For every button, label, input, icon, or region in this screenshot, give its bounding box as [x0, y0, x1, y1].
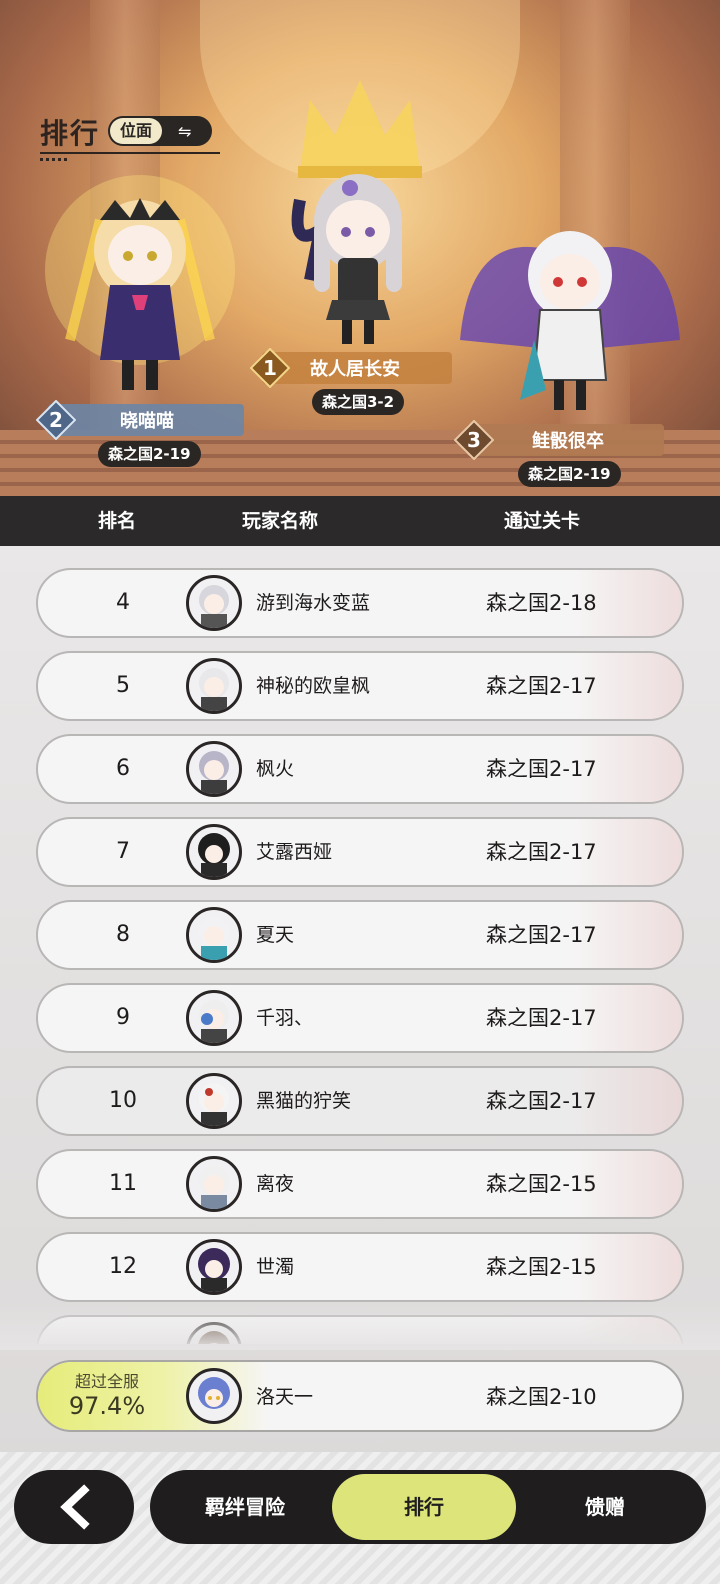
row-player-name: 黑猫的狞笑	[256, 1090, 352, 1112]
column-header: 排名 玩家名称 通过关卡	[0, 496, 720, 546]
column-stage: 通过关卡	[504, 510, 581, 532]
table-row[interactable]: 12 世濁 森之国2-15	[36, 1232, 684, 1302]
avatar[interactable]	[186, 741, 242, 797]
table-row[interactable]: 5 神秘的欧皇枫 森之国2-17	[36, 651, 684, 721]
rank-2-name: 晓喵喵	[120, 411, 174, 432]
row-stage: 森之国2-17	[486, 840, 597, 864]
row-stage: 森之国2-15	[486, 1172, 597, 1196]
column-rank: 排名	[98, 510, 137, 532]
rank-3-character[interactable]	[450, 190, 690, 420]
table-row[interactable]: 8 夏天 森之国2-17	[36, 900, 684, 970]
page-title: 排行	[40, 117, 101, 150]
row-player-name: 神秘的欧皇枫	[256, 675, 371, 697]
rank-1-stage: 森之国3-2	[312, 389, 405, 415]
tab-bar: 羁绊冒险 排行 馈赠	[150, 1470, 706, 1544]
rank-3-stage: 森之国2-19	[518, 461, 621, 487]
avatar[interactable]	[186, 1156, 242, 1212]
tab-bond-adventure[interactable]: 羁绊冒险	[170, 1470, 320, 1544]
row-stage: 森之国2-17	[486, 1006, 597, 1030]
row-stage: 森之国2-17	[486, 1089, 597, 1113]
row-stage: 森之国2-17	[486, 674, 597, 698]
rank-3-number: 3	[467, 428, 481, 452]
rank-1-character[interactable]	[290, 160, 420, 350]
table-row[interactable]: 4 游到海水变蓝 森之国2-18	[36, 568, 684, 638]
percentile-label: 超过全服	[74, 1372, 139, 1391]
table-row[interactable]: 9 千羽、 森之国2-17	[36, 983, 684, 1053]
page-header: 排行	[40, 112, 220, 161]
rank-3-nameplate: 3 鲑骰很卒	[454, 420, 664, 460]
row-stage: 森之国2-17	[486, 923, 597, 947]
row-player-name: 夏天	[256, 924, 295, 946]
row-player-name: 游到海水变蓝	[256, 592, 371, 614]
list-fade	[0, 1300, 720, 1350]
tab-gifts[interactable]: 馈赠	[530, 1470, 680, 1544]
title-underline	[40, 152, 220, 154]
rank-1-number: 1	[263, 356, 277, 380]
row-rank: 12	[109, 1254, 137, 1279]
row-rank: 8	[116, 922, 130, 947]
row-rank: 11	[109, 1171, 137, 1196]
row-stage: 森之国2-18	[486, 591, 597, 615]
avatar[interactable]	[186, 658, 242, 714]
swap-icon: ⇋	[178, 121, 192, 141]
row-rank: 6	[116, 756, 130, 781]
row-rank: 4	[116, 590, 130, 615]
table-row[interactable]: 11 离夜 森之国2-15	[36, 1149, 684, 1219]
row-stage: 森之国2-17	[486, 757, 597, 781]
back-button[interactable]	[14, 1470, 134, 1544]
row-player-name: 枫火	[256, 758, 295, 780]
rank-1-name: 故人居长安	[310, 359, 400, 380]
avatar[interactable]	[186, 990, 242, 1046]
tab-ranking[interactable]: 排行	[332, 1474, 516, 1540]
row-player-name: 世濁	[256, 1256, 295, 1278]
row-rank: 7	[116, 839, 130, 864]
scope-toggle-label: 位面	[110, 118, 163, 144]
my-stage: 森之国2-10	[486, 1385, 597, 1409]
rank-2-badge: 2	[36, 400, 76, 440]
row-player-name: 千羽、	[256, 1007, 314, 1029]
table-row[interactable]: 7 艾露西娅 森之国2-17	[36, 817, 684, 887]
rank-2-stage: 森之国2-19	[98, 441, 201, 467]
my-avatar[interactable]	[186, 1368, 242, 1424]
column-player: 玩家名称	[242, 510, 319, 532]
rank-3-name: 鲑骰很卒	[532, 431, 604, 452]
table-row[interactable]: 6 枫火 森之国2-17	[36, 734, 684, 804]
my-rank-row[interactable]: 超过全服 97.4% 洛天一 森之国2-10	[36, 1360, 684, 1432]
row-rank: 5	[116, 673, 130, 698]
rank-2-number: 2	[49, 408, 63, 432]
rank-2-nameplate: 2 晓喵喵	[36, 400, 244, 440]
leaderboard-podium: 排行 位面 ⇋ 1 故人居长安 森之国3-2 2 晓喵喵 森之国2-19 3 鲑…	[0, 0, 720, 500]
scope-toggle-button[interactable]: 位面 ⇋	[108, 116, 212, 146]
row-stage: 森之国2-15	[486, 1255, 597, 1279]
row-rank: 10	[109, 1088, 137, 1113]
rank-2-character[interactable]	[40, 160, 240, 400]
rank-1-badge: 1	[250, 348, 290, 388]
percentile-value: 97.4%	[68, 1392, 146, 1420]
avatar[interactable]	[186, 1239, 242, 1295]
avatar[interactable]	[186, 824, 242, 880]
avatar[interactable]	[186, 575, 242, 631]
avatar[interactable]	[186, 907, 242, 963]
row-rank: 9	[116, 1005, 130, 1030]
my-player-name: 洛天一	[256, 1386, 314, 1408]
back-arrow-icon	[60, 1484, 90, 1530]
rank-1-nameplate: 1 故人居长安	[250, 348, 452, 388]
row-player-name: 离夜	[256, 1173, 295, 1195]
row-player-name: 艾露西娅	[256, 841, 333, 863]
avatar[interactable]	[186, 1073, 242, 1129]
rank-3-badge: 3	[454, 420, 494, 460]
table-row[interactable]: 10 黑猫的狞笑 森之国2-17	[36, 1066, 684, 1136]
leaderboard-list[interactable]: 4 游到海水变蓝 森之国2-18 5 神秘的欧皇枫 森之国2-17 6 枫火 森…	[0, 548, 720, 1344]
